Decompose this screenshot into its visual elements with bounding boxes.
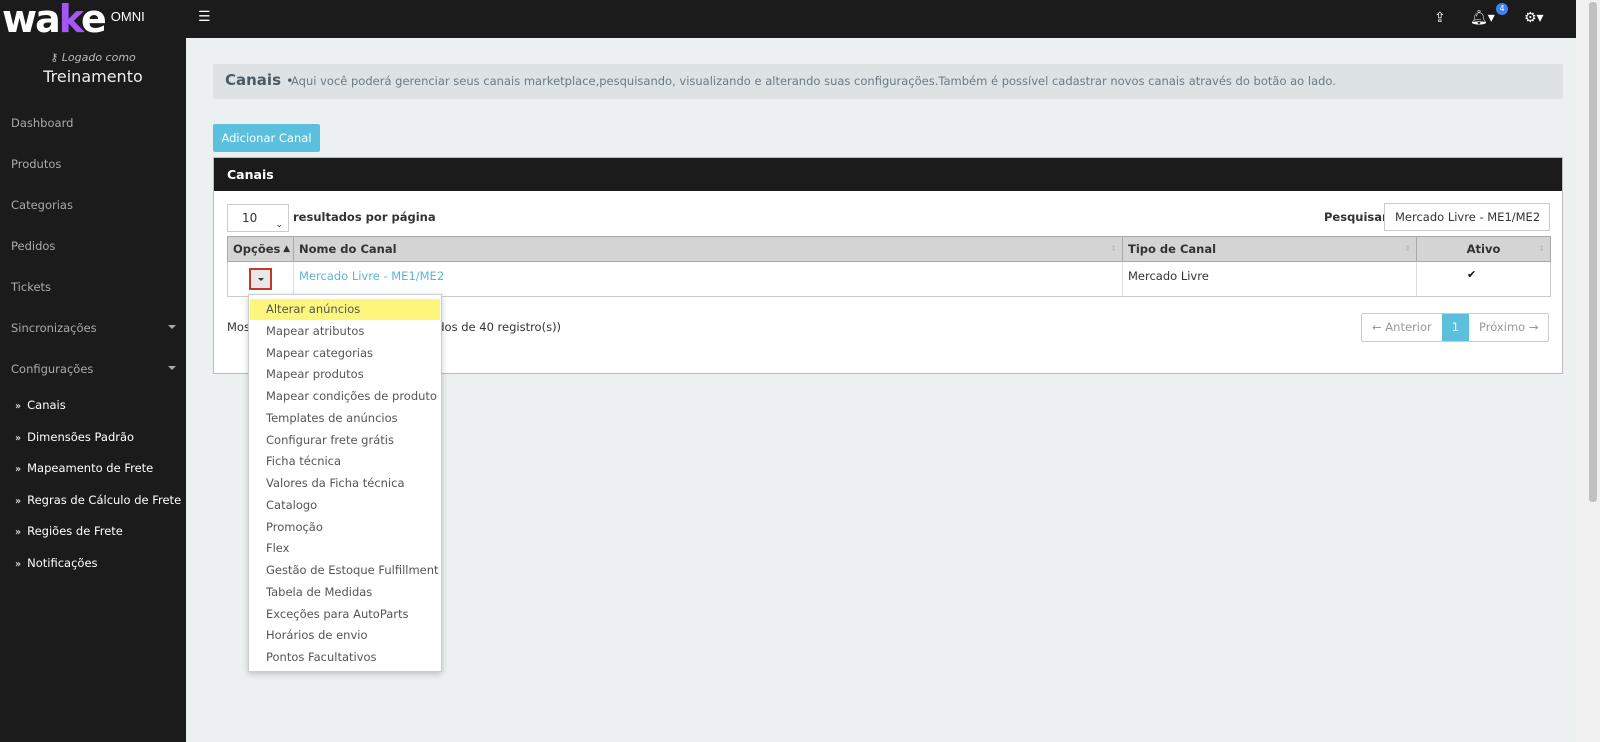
sidebar-subitem-mapeamento-frete[interactable]: » Mapeamento de Frete bbox=[15, 461, 153, 475]
menu-item-ficha-tecnica[interactable]: Ficha técnica bbox=[250, 451, 440, 472]
menu-item-promocao[interactable]: Promoção bbox=[250, 517, 440, 538]
user-name: Treinamento bbox=[43, 67, 143, 86]
sidebar-item-produtos[interactable]: Produtos bbox=[11, 157, 176, 171]
chevron-down-icon: ⌄ bbox=[275, 220, 283, 230]
double-chevron-icon: » bbox=[15, 464, 22, 475]
scrollbar-thumb[interactable] bbox=[1589, 2, 1597, 502]
add-channel-button[interactable]: Adicionar Canal bbox=[213, 124, 320, 152]
pagination-next[interactable]: Próximo → bbox=[1469, 314, 1548, 341]
menu-item-mapear-categorias[interactable]: Mapear categorias bbox=[250, 343, 440, 364]
menu-item-catalogo[interactable]: Catalogo bbox=[250, 495, 440, 516]
per-page-label: resultados por página bbox=[293, 210, 436, 224]
active-cell: ✔ bbox=[1417, 262, 1550, 296]
bell-icon[interactable]: 🔔︎▾ bbox=[1470, 9, 1495, 27]
menu-item-mapear-produtos[interactable]: Mapear produtos bbox=[250, 364, 440, 385]
sort-icon: ⇕ bbox=[1538, 244, 1545, 253]
pagination: ← Anterior 1 Próximo → bbox=[1361, 313, 1550, 342]
menu-item-templates-anuncios[interactable]: Templates de anúncios bbox=[250, 408, 440, 429]
row-options-dropdown-button[interactable] bbox=[249, 268, 272, 290]
gear-icon[interactable]: ⚙▾ bbox=[1524, 9, 1544, 27]
sidebar-subitem-dimensoes[interactable]: » Dimensões Padrão bbox=[15, 430, 134, 444]
menu-item-flex[interactable]: Flex bbox=[250, 538, 440, 559]
sort-asc-icon: ▲ bbox=[283, 244, 290, 254]
double-chevron-icon: » bbox=[15, 433, 22, 444]
column-header-nome[interactable]: Nome do Canal ⇕ bbox=[294, 237, 1123, 261]
page-header: Canais • Aqui você poderá gerenciar seus… bbox=[213, 64, 1563, 99]
hamburger-icon[interactable]: ☰ bbox=[198, 10, 212, 24]
column-header-ativo[interactable]: Ativo ⇕ bbox=[1417, 237, 1550, 261]
key-icon: ⚷ bbox=[50, 51, 62, 64]
menu-item-frete-gratis[interactable]: Configurar frete grátis bbox=[250, 430, 440, 451]
channel-name-link[interactable]: Mercado Livre - ME1/ME2 bbox=[299, 269, 444, 283]
sidebar-subitem-notificacoes[interactable]: » Notificações bbox=[15, 556, 98, 570]
share-icon[interactable]: ⇪ bbox=[1434, 9, 1446, 27]
channel-type-cell: Mercado Livre bbox=[1123, 262, 1417, 296]
sidebar-item-categorias[interactable]: Categorias bbox=[11, 198, 176, 212]
sidebar-item-tickets[interactable]: Tickets bbox=[11, 280, 176, 294]
sidebar-item-label: Sincronizações bbox=[11, 321, 97, 335]
per-page-select[interactable]: 10 ⌄ bbox=[227, 204, 289, 232]
logo-wordmark: wake bbox=[2, 0, 107, 41]
menu-item-pontos-facultativos[interactable]: Pontos Facultativos bbox=[250, 647, 440, 668]
double-chevron-icon: » bbox=[15, 496, 22, 507]
sidebar-item-configuracoes[interactable]: Configurações bbox=[11, 362, 176, 376]
channel-name-cell: Mercado Livre - ME1/ME2 bbox=[294, 262, 1123, 296]
sidebar-subitem-regioes-frete[interactable]: » Regiões de Frete bbox=[15, 524, 123, 538]
brand-logo[interactable]: wake OMNI bbox=[2, 0, 145, 38]
pagination-page-1[interactable]: 1 bbox=[1441, 314, 1470, 341]
column-header-tipo[interactable]: Tipo de Canal ⇕ bbox=[1123, 237, 1417, 261]
menu-item-tabela-medidas[interactable]: Tabela de Medidas bbox=[250, 582, 440, 603]
sort-icon: ⇕ bbox=[1110, 244, 1117, 253]
sidebar-item-label: Configurações bbox=[11, 362, 94, 376]
page-title: Canais • bbox=[225, 71, 294, 89]
options-cell bbox=[228, 262, 294, 296]
sidebar-item-pedidos[interactable]: Pedidos bbox=[11, 239, 176, 253]
row-options-menu: Alterar anúncios Mapear atributos Mapear… bbox=[248, 294, 442, 672]
table-row: Mercado Livre - ME1/ME2 Mercado Livre ✔ bbox=[227, 262, 1551, 297]
panel-title: Canais bbox=[214, 158, 1562, 191]
pagination-prev[interactable]: ← Anterior bbox=[1362, 314, 1442, 341]
sidebar-subitem-regras-frete[interactable]: » Regras de Cálculo de Frete bbox=[15, 493, 181, 507]
menu-item-horarios-envio[interactable]: Horários de envio bbox=[250, 625, 440, 646]
sidebar-item-dashboard[interactable]: Dashboard bbox=[11, 116, 176, 130]
caret-down-icon bbox=[168, 325, 176, 329]
menu-item-alterar-anuncios[interactable]: Alterar anúncios bbox=[250, 299, 440, 320]
menu-item-valores-ficha[interactable]: Valores da Ficha técnica bbox=[250, 473, 440, 494]
sidebar-item-sincronizacoes[interactable]: Sincronizações bbox=[11, 321, 176, 335]
top-bar: wake OMNI ☰ ⇪ 🔔︎▾ 4 ⚙▾ bbox=[0, 0, 1600, 38]
double-chevron-icon: » bbox=[15, 401, 22, 412]
column-header-opcoes[interactable]: Opções ▲ bbox=[228, 237, 294, 261]
caret-down-icon bbox=[168, 366, 176, 370]
logo-product-name: OMNI bbox=[110, 9, 145, 24]
notification-badge: 4 bbox=[1496, 3, 1508, 15]
menu-item-excecoes-autoparts[interactable]: Exceções para AutoParts bbox=[250, 604, 440, 625]
double-chevron-icon: » bbox=[15, 527, 22, 538]
search-input[interactable] bbox=[1384, 203, 1550, 231]
sidebar-subitem-canais[interactable]: » Canais bbox=[15, 398, 66, 412]
sort-icon: ⇕ bbox=[1404, 244, 1411, 253]
check-icon: ✔ bbox=[1467, 268, 1477, 281]
double-chevron-icon: » bbox=[15, 559, 22, 570]
search-label: Pesquisar bbox=[1324, 210, 1388, 224]
menu-item-mapear-atributos[interactable]: Mapear atributos bbox=[250, 321, 440, 342]
logged-as-label: ⚷ Logado como bbox=[50, 51, 136, 64]
page-description: Aqui você poderá gerenciar seus canais m… bbox=[291, 74, 1336, 88]
menu-item-estoque-fulfillment[interactable]: Gestão de Estoque Fulfillment bbox=[250, 560, 440, 581]
sidebar: ⚷ Logado como Treinamento Dashboard Prod… bbox=[0, 38, 186, 742]
table-header: Opções ▲ Nome do Canal ⇕ Tipo de Canal ⇕… bbox=[227, 236, 1551, 262]
menu-item-mapear-condicoes[interactable]: Mapear condições de produto bbox=[250, 386, 440, 407]
